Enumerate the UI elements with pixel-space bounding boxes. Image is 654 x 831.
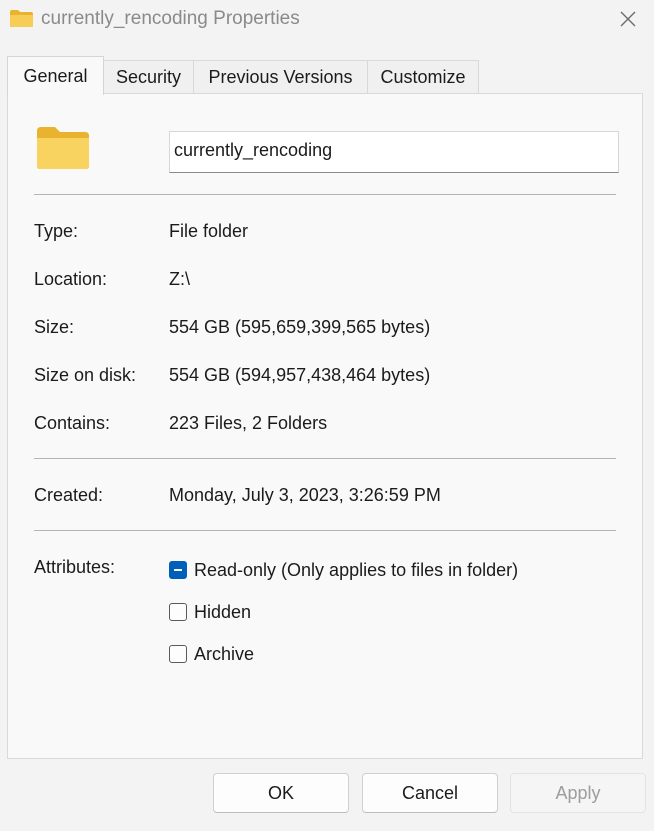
read-only-row[interactable]: Read-only (Only applies to files in fold… [169,559,518,581]
location-value: Z:\ [169,269,190,289]
close-icon [620,11,636,27]
indeterminate-dash-icon [174,569,182,571]
attributes-label: Attributes: [34,557,116,577]
tab-customize[interactable]: Customize [367,60,479,94]
contains-value: 223 Files, 2 Folders [169,413,328,433]
type-value: File folder [169,221,249,241]
tab-previous-versions[interactable]: Previous Versions [193,60,368,94]
size-on-disk-label: Size on disk: [34,365,137,385]
window-title: currently_rencoding Properties [41,8,300,29]
created-label: Created: [34,485,104,505]
size-label: Size: [34,317,75,337]
archive-checkbox[interactable] [169,645,187,663]
size-on-disk-value: 554 GB (594,957,438,464 bytes) [169,365,431,385]
folder-name-input[interactable] [169,131,619,173]
tab-general[interactable]: General [7,56,104,95]
tab-security[interactable]: Security [103,60,194,94]
type-label: Type: [34,221,79,241]
created-value: Monday, July 3, 2023, 3:26:59 PM [169,485,441,505]
size-value: 554 GB (595,659,399,565 bytes) [169,317,431,337]
folder-icon [10,10,33,27]
folder-icon [37,127,89,169]
archive-row[interactable]: Archive [169,643,254,665]
ok-button[interactable]: OK [213,773,349,813]
read-only-label[interactable]: Read-only (Only applies to files in fold… [194,560,518,581]
general-panel: Type: File folder Location: Z:\ Size: 55… [7,93,643,759]
hidden-checkbox[interactable] [169,603,187,621]
cancel-button[interactable]: Cancel [362,773,498,813]
read-only-checkbox[interactable] [169,561,187,579]
hidden-row[interactable]: Hidden [169,601,251,623]
apply-button[interactable]: Apply [510,773,646,813]
divider [34,194,616,195]
close-button[interactable] [608,0,648,38]
archive-label[interactable]: Archive [194,644,254,665]
divider [34,458,616,459]
title-bar[interactable]: currently_rencoding Properties [0,0,654,40]
location-label: Location: [34,269,108,289]
hidden-label[interactable]: Hidden [194,602,251,623]
contains-label: Contains: [34,413,111,433]
divider [34,530,616,531]
properties-dialog: currently_rencoding Properties General S… [0,0,654,831]
